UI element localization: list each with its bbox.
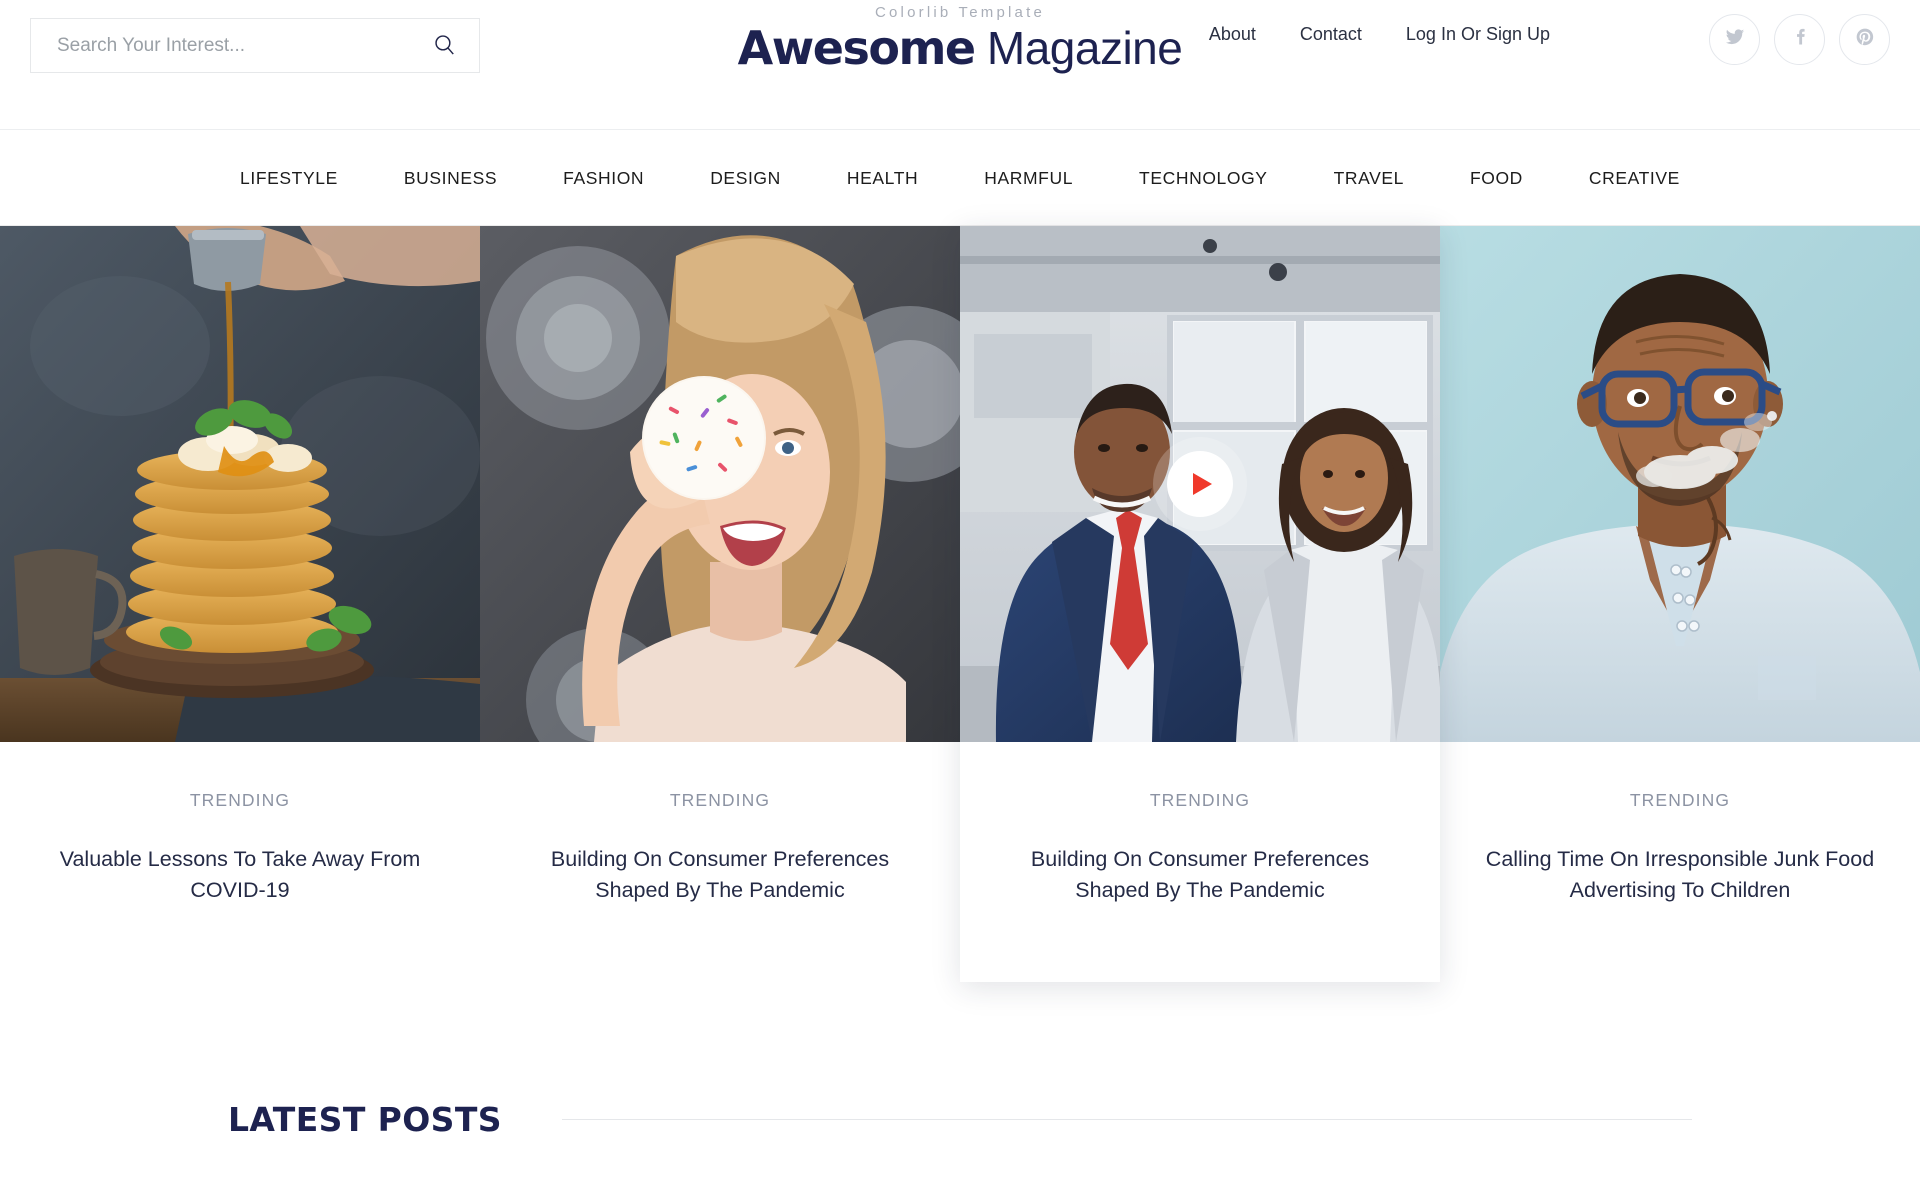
trending-tag[interactable]: TRENDING [1480,790,1880,811]
search-input[interactable] [57,34,429,57]
facebook-icon [1790,27,1810,52]
nav-item-technology[interactable]: TECHNOLOGY [1106,168,1301,189]
trending-card-image[interactable] [960,226,1440,742]
trending-card-meta: TRENDING Building On Consumer Preference… [960,742,1440,936]
pinterest-icon [1855,27,1875,52]
social-link-twitter[interactable] [1709,14,1760,65]
trending-tag[interactable]: TRENDING [520,790,920,811]
trending-card-image[interactable] [480,226,960,742]
site-title-light: Magazine [986,22,1183,74]
latest-posts-section: LATEST POSTS [0,982,1920,1178]
trending-title[interactable]: Calling Time On Irresponsible Junk Food … [1480,844,1880,906]
trending-title[interactable]: Building On Consumer Preferences Shaped … [520,844,920,906]
trending-card-image[interactable] [0,226,480,742]
nav-link-about[interactable]: About [1209,24,1256,45]
trending-card-image[interactable] [1440,226,1920,742]
nav-link-login-signup[interactable]: Log In Or Sign Up [1406,24,1550,45]
trending-card[interactable]: TRENDING Valuable Lessons To Take Away F… [0,226,480,936]
category-nav: LIFESTYLE BUSINESS FASHION DESIGN HEALTH… [0,130,1920,226]
site-header: Colorlib Template Awesome Magazine About… [0,0,1920,130]
play-video-button[interactable] [1167,451,1233,517]
search-box[interactable] [30,18,480,73]
social-links [1709,14,1890,65]
trending-card[interactable]: TRENDING Calling Time On Irresponsible J… [1440,226,1920,936]
site-title-bold: Awesome [737,21,976,75]
latest-posts-title: LATEST POSTS [228,1100,502,1140]
nav-item-food[interactable]: FOOD [1437,168,1556,189]
nav-item-harmful[interactable]: HARMFUL [951,168,1106,189]
trending-tag[interactable]: TRENDING [40,790,440,811]
nav-item-lifestyle[interactable]: LIFESTYLE [207,168,371,189]
pancake-stack-photo [0,226,480,742]
trending-card[interactable]: TRENDING Building On Consumer Preference… [480,226,960,936]
nav-item-travel[interactable]: TRAVEL [1301,168,1437,189]
nav-item-business[interactable]: BUSINESS [371,168,530,189]
trending-card-meta: TRENDING Calling Time On Irresponsible J… [1440,742,1920,936]
header-nav: About Contact Log In Or Sign Up [1209,24,1550,45]
latest-posts-header: LATEST POSTS [0,1100,1920,1139]
nav-link-contact[interactable]: Contact [1300,24,1362,45]
nav-item-creative[interactable]: CREATIVE [1556,168,1713,189]
trending-tag[interactable]: TRENDING [1000,790,1400,811]
nav-item-design[interactable]: DESIGN [677,168,814,189]
trending-title[interactable]: Building On Consumer Preferences Shaped … [1000,844,1400,906]
nav-item-fashion[interactable]: FASHION [530,168,677,189]
search-icon [432,32,457,60]
nav-item-health[interactable]: HEALTH [814,168,951,189]
social-link-pinterest[interactable] [1839,14,1890,65]
trending-card-meta: TRENDING Building On Consumer Preference… [480,742,960,936]
trending-posts-row: TRENDING Valuable Lessons To Take Away F… [0,226,1920,983]
trending-card-featured[interactable]: TRENDING Building On Consumer Preference… [960,226,1440,983]
smoking-man-photo [1440,226,1920,742]
twitter-icon [1725,27,1745,52]
social-link-facebook[interactable] [1774,14,1825,65]
latest-posts-grid: TRENDING [0,1139,1920,1178]
section-divider [561,1119,1692,1121]
trending-card-meta: TRENDING Valuable Lessons To Take Away F… [0,742,480,936]
trending-title[interactable]: Valuable Lessons To Take Away From COVID… [40,844,440,906]
donut-woman-photo [480,226,960,742]
site-title[interactable]: Awesome Magazine [738,23,1183,74]
search-button[interactable] [429,31,459,61]
play-icon [1193,473,1212,495]
